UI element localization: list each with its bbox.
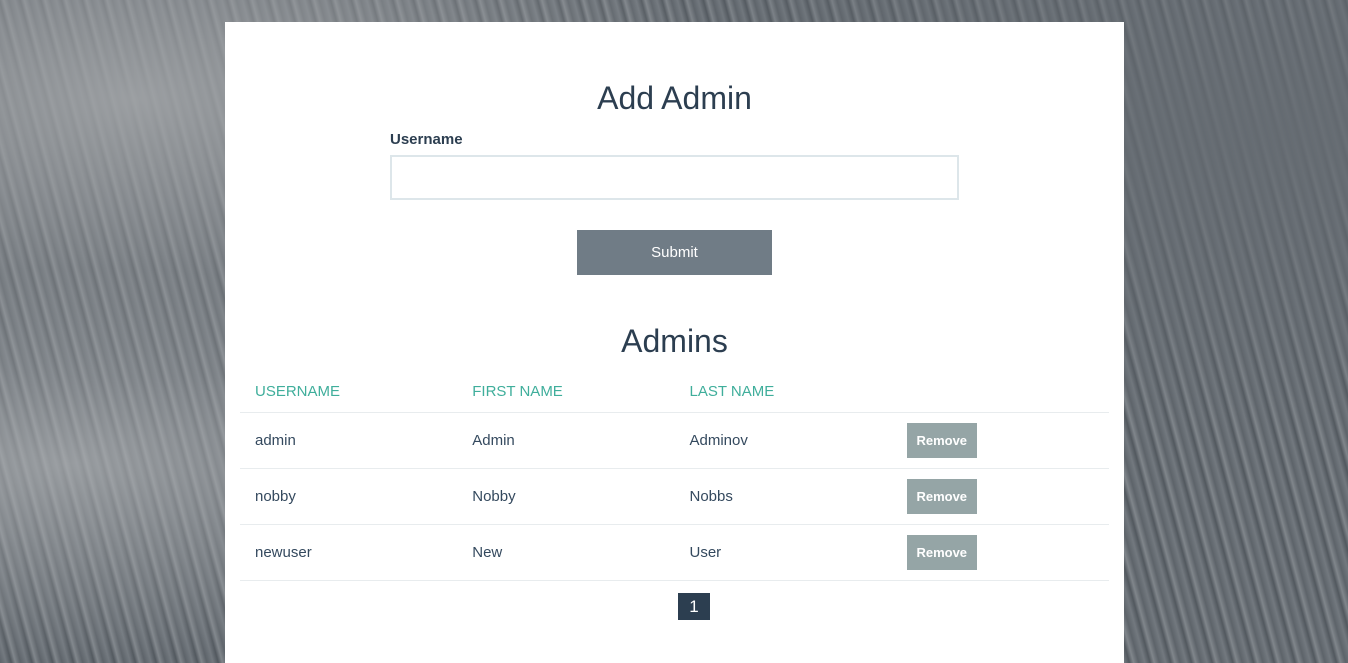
column-header-last-name: LAST NAME xyxy=(674,370,892,413)
cell-actions: Remove xyxy=(891,524,1109,581)
submit-button[interactable]: Submit xyxy=(577,230,772,275)
cell-last-name: Adminov xyxy=(674,412,892,469)
table-row: newuser New User Remove xyxy=(240,524,1109,581)
remove-button[interactable]: Remove xyxy=(906,535,977,570)
table-header-row: USERNAME FIRST NAME LAST NAME xyxy=(240,370,1109,413)
add-admin-title: Add Admin xyxy=(597,80,752,116)
cell-last-name: Nobbs xyxy=(674,468,892,525)
table-row: nobby Nobby Nobbs Remove xyxy=(240,468,1109,525)
cell-actions: Remove xyxy=(891,412,1109,469)
cell-last-name: User xyxy=(674,524,892,581)
admins-table: USERNAME FIRST NAME LAST NAME admin Admi… xyxy=(240,370,1109,581)
remove-button[interactable]: Remove xyxy=(906,423,977,458)
main-panel: Add Admin Username Submit Admins USERNAM… xyxy=(225,22,1124,663)
remove-button[interactable]: Remove xyxy=(906,479,977,514)
column-header-first-name: FIRST NAME xyxy=(457,370,675,413)
pagination-page-1[interactable]: 1 xyxy=(678,593,710,620)
column-header-actions xyxy=(891,370,1109,413)
cell-first-name: New xyxy=(457,524,675,581)
cell-username: nobby xyxy=(240,468,458,525)
admins-title: Admins xyxy=(621,323,728,359)
cell-actions: Remove xyxy=(891,468,1109,525)
table-row: admin Admin Adminov Remove xyxy=(240,412,1109,469)
username-input[interactable] xyxy=(390,155,959,200)
username-label: Username xyxy=(390,131,463,148)
cell-first-name: Admin xyxy=(457,412,675,469)
cell-first-name: Nobby xyxy=(457,468,675,525)
cell-username: newuser xyxy=(240,524,458,581)
cell-username: admin xyxy=(240,412,458,469)
column-header-username: USERNAME xyxy=(240,370,458,413)
